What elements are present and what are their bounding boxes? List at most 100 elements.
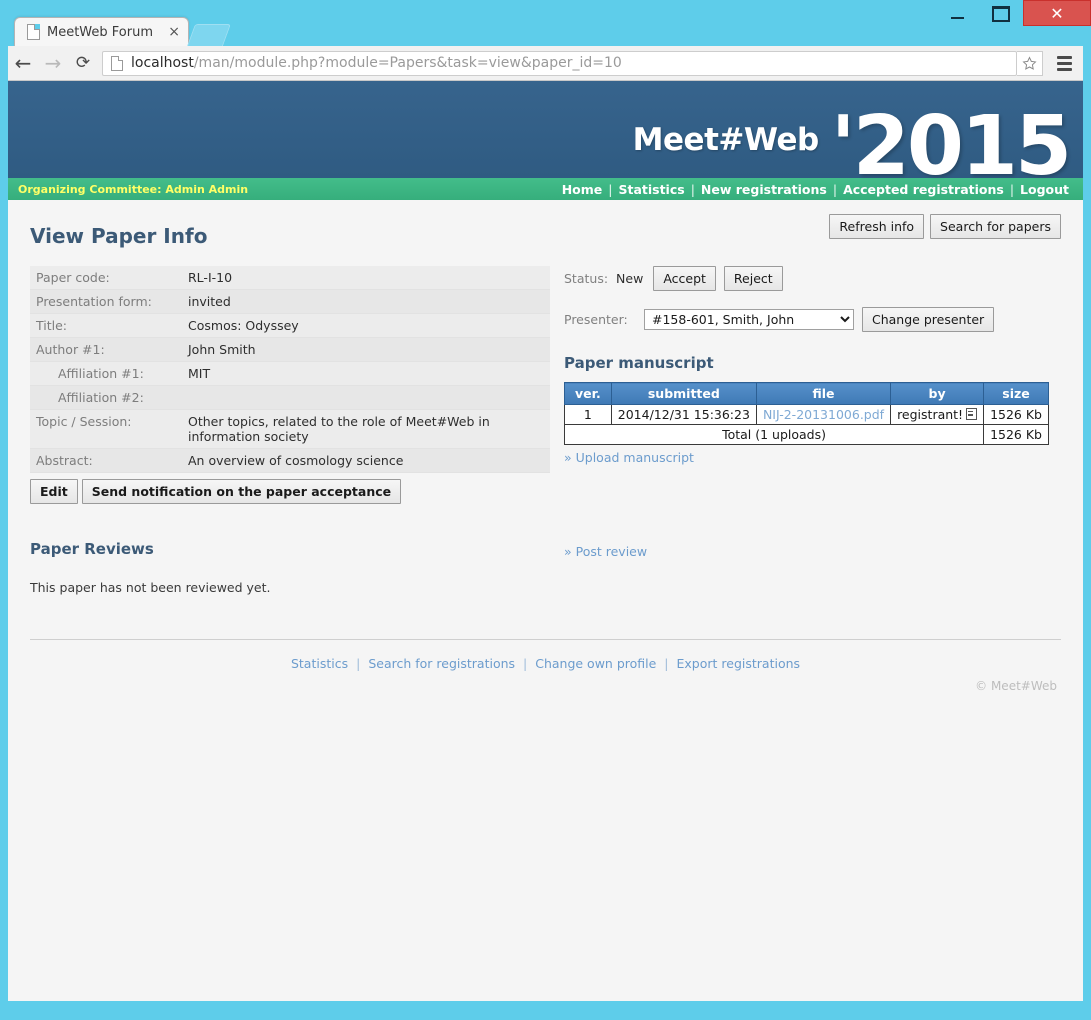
field-value-affiliation-2 [182, 385, 550, 410]
reject-button[interactable]: Reject [723, 266, 783, 291]
nav-item-new-registrations[interactable]: New registrations [701, 182, 827, 197]
tab-strip: MeetWeb Forum × [14, 17, 232, 46]
edit-button[interactable]: Edit [30, 479, 78, 504]
paper-info-table: Paper code: RL-I-10 Presentation form: i… [30, 266, 550, 473]
page-icon [27, 24, 40, 40]
refresh-info-button[interactable]: Refresh info [829, 214, 925, 239]
tab-close-icon[interactable]: × [168, 25, 180, 39]
url-text: localhost/man/module.php?module=Papers&t… [131, 55, 622, 71]
table-row: Affiliation #2: [30, 385, 550, 410]
tab-title: MeetWeb Forum [47, 24, 153, 40]
table-total-row: Total (1 uploads) 1526 Kb [563, 424, 1049, 445]
field-label-title: Title: [30, 313, 182, 338]
brand-name: Meet#Web [632, 122, 820, 158]
reload-icon[interactable]: ⟳ [68, 48, 98, 78]
field-label-paper-code: Paper code: [30, 266, 182, 290]
nav-separator: | [608, 181, 613, 197]
new-tab-button[interactable] [186, 24, 232, 46]
page-action-buttons: Refresh info Search for papers [829, 214, 1061, 239]
nav-item-home[interactable]: Home [562, 182, 603, 197]
paper-status-column: Status: New Accept Reject Presenter: #15… [550, 266, 1061, 466]
cell-version: 1 [564, 404, 612, 425]
field-label-abstract: Abstract: [30, 448, 182, 473]
upload-manuscript-link[interactable]: » Upload manuscript [564, 450, 694, 465]
cell-by-text: registrant! [897, 407, 964, 422]
presenter-label: Presenter: [564, 312, 628, 327]
paper-info-column: Paper code: RL-I-10 Presentation form: i… [30, 266, 550, 504]
status-row: Status: New Accept Reject [564, 266, 1061, 291]
paper-reviews-empty-text: This paper has not been reviewed yet. [30, 580, 271, 595]
column-header-size: size [983, 382, 1049, 405]
bookmark-star-icon[interactable] [1017, 50, 1043, 76]
menu-line-1 [1056, 55, 1072, 59]
table-row: Author #1: John Smith [30, 337, 550, 362]
footer-link-change-own-profile[interactable]: Change own profile [535, 656, 656, 671]
field-label-author-1: Author #1: [30, 337, 182, 362]
cell-by: registrant! [890, 404, 985, 425]
menu-line-2 [1056, 61, 1072, 65]
table-row: Affiliation #1: MIT [30, 361, 550, 386]
site-brand: Meet#Web '2015 [632, 106, 1072, 188]
upload-manuscript-row: » Upload manuscript [564, 450, 1061, 466]
send-notification-button[interactable]: Send notification on the paper acceptanc… [81, 479, 402, 504]
total-label: Total (1 uploads) [563, 424, 985, 445]
table-row: Abstract: An overview of cosmology scien… [30, 448, 550, 473]
table-row: Topic / Session: Other topics, related t… [30, 409, 550, 449]
manuscript-file-link[interactable]: NIJ-2-20131006.pdf [763, 407, 884, 422]
paper-reviews-right: » Post review [550, 540, 1061, 560]
table-row: 1 2014/12/31 15:36:23 NIJ-2-20131006.pdf… [564, 404, 1049, 425]
manuscript-table: ver. submitted file by size 1 2014/12/31… [563, 382, 1049, 445]
site-header: Meet#Web '2015 [8, 81, 1083, 188]
field-label-affiliation-1: Affiliation #1: [30, 361, 182, 386]
accept-button[interactable]: Accept [653, 266, 716, 291]
nav-separator: | [690, 181, 695, 197]
details-list-icon[interactable] [966, 408, 978, 420]
change-presenter-button[interactable]: Change presenter [862, 307, 995, 332]
table-row: Title: Cosmos: Odyssey [30, 313, 550, 338]
nav-item-statistics[interactable]: Statistics [618, 182, 684, 197]
presenter-select[interactable]: #158-601, Smith, John [644, 309, 854, 330]
cell-submitted: 2014/12/31 15:36:23 [610, 404, 757, 425]
status-badge: New [616, 271, 644, 286]
nav-current-user: Organizing Committee: Admin Admin [18, 182, 249, 196]
forward-icon[interactable]: → [38, 48, 68, 78]
footer-link-search-registrations[interactable]: Search for registrations [368, 656, 515, 671]
browser-window: MeetWeb Forum × ✕ ← → ⟳ localhost/man/mo… [0, 0, 1091, 1020]
window-minimize-button[interactable] [935, 0, 979, 27]
post-review-link[interactable]: » Post review [564, 544, 647, 559]
page-topbar: View Paper Info Refresh info Search for … [30, 214, 1061, 248]
paper-reviews-title: Paper Reviews [30, 540, 154, 558]
total-size: 1526 Kb [983, 424, 1049, 445]
page-info-icon [111, 55, 123, 71]
browser-toolbar: ← → ⟳ localhost/man/module.php?module=Pa… [8, 46, 1083, 81]
field-label-topic-session: Topic / Session: [30, 409, 182, 449]
field-value-title: Cosmos: Odyssey [182, 313, 550, 338]
window-close-button[interactable]: ✕ [1023, 0, 1091, 26]
paper-reviews-left: Paper Reviews This paper has not been re… [30, 540, 550, 595]
back-icon[interactable]: ← [8, 48, 38, 78]
browser-menu-icon[interactable] [1051, 50, 1077, 76]
field-value-author-1: John Smith [182, 337, 550, 362]
column-header-file: file [755, 382, 892, 405]
table-row: Paper code: RL-I-10 [30, 266, 550, 290]
menu-line-3 [1056, 67, 1072, 71]
search-for-papers-button[interactable]: Search for papers [930, 214, 1061, 239]
footer-link-export-registrations[interactable]: Export registrations [677, 656, 801, 671]
window-maximize-button[interactable] [979, 0, 1023, 27]
page-viewport: Meet#Web '2015 Organizing Committee: Adm… [8, 81, 1083, 1001]
footer-link-statistics[interactable]: Statistics [291, 656, 348, 671]
table-row: Presentation form: invited [30, 289, 550, 314]
footer-separator: | [356, 656, 361, 671]
field-value-topic-session: Other topics, related to the role of Mee… [182, 409, 550, 449]
browser-tab-meetweb-forum[interactable]: MeetWeb Forum × [14, 17, 189, 46]
column-header-submitted: submitted [610, 382, 757, 405]
manuscript-section-title: Paper manuscript [564, 354, 714, 372]
paper-info-buttons: Edit Send notification on the paper acce… [30, 479, 550, 504]
field-label-presentation-form: Presentation form: [30, 289, 182, 314]
paper-reviews-section: Paper Reviews This paper has not been re… [30, 540, 1061, 595]
address-bar[interactable]: localhost/man/module.php?module=Papers&t… [102, 50, 1017, 76]
footer-separator: | [523, 656, 528, 671]
footer-copyright: © Meet#Web [975, 679, 1057, 693]
cell-size: 1526 Kb [983, 404, 1049, 425]
field-value-affiliation-1: MIT [182, 361, 550, 386]
